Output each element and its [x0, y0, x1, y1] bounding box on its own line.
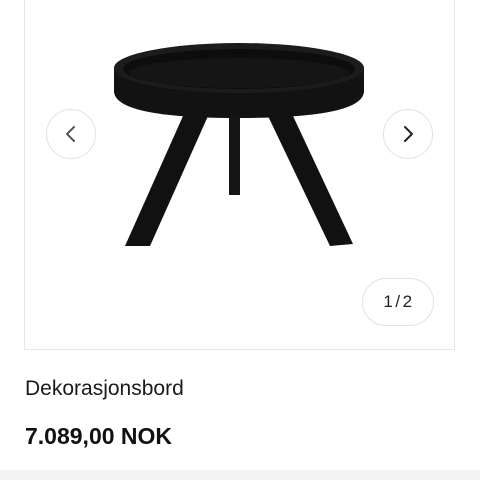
image-counter-separator: / — [395, 292, 401, 311]
table-tray-surface — [129, 58, 349, 88]
image-counter-current: 1 — [383, 292, 394, 311]
image-counter-total: 2 — [402, 292, 413, 311]
bottom-band — [0, 470, 480, 480]
table-right-leg — [268, 116, 353, 246]
image-counter: 1 / 2 — [362, 278, 434, 326]
chevron-left-icon — [66, 126, 75, 142]
table-back-leg — [229, 116, 240, 195]
product-image-gallery[interactable]: 1 / 2 — [24, 0, 455, 350]
product-title: Dekorasjonsbord — [25, 377, 184, 400]
product-price: 7.089,00 NOK — [25, 423, 173, 449]
table-left-leg — [125, 116, 208, 246]
chevron-right-icon — [404, 126, 413, 142]
next-image-button[interactable] — [383, 109, 433, 159]
previous-image-button[interactable] — [46, 109, 96, 159]
